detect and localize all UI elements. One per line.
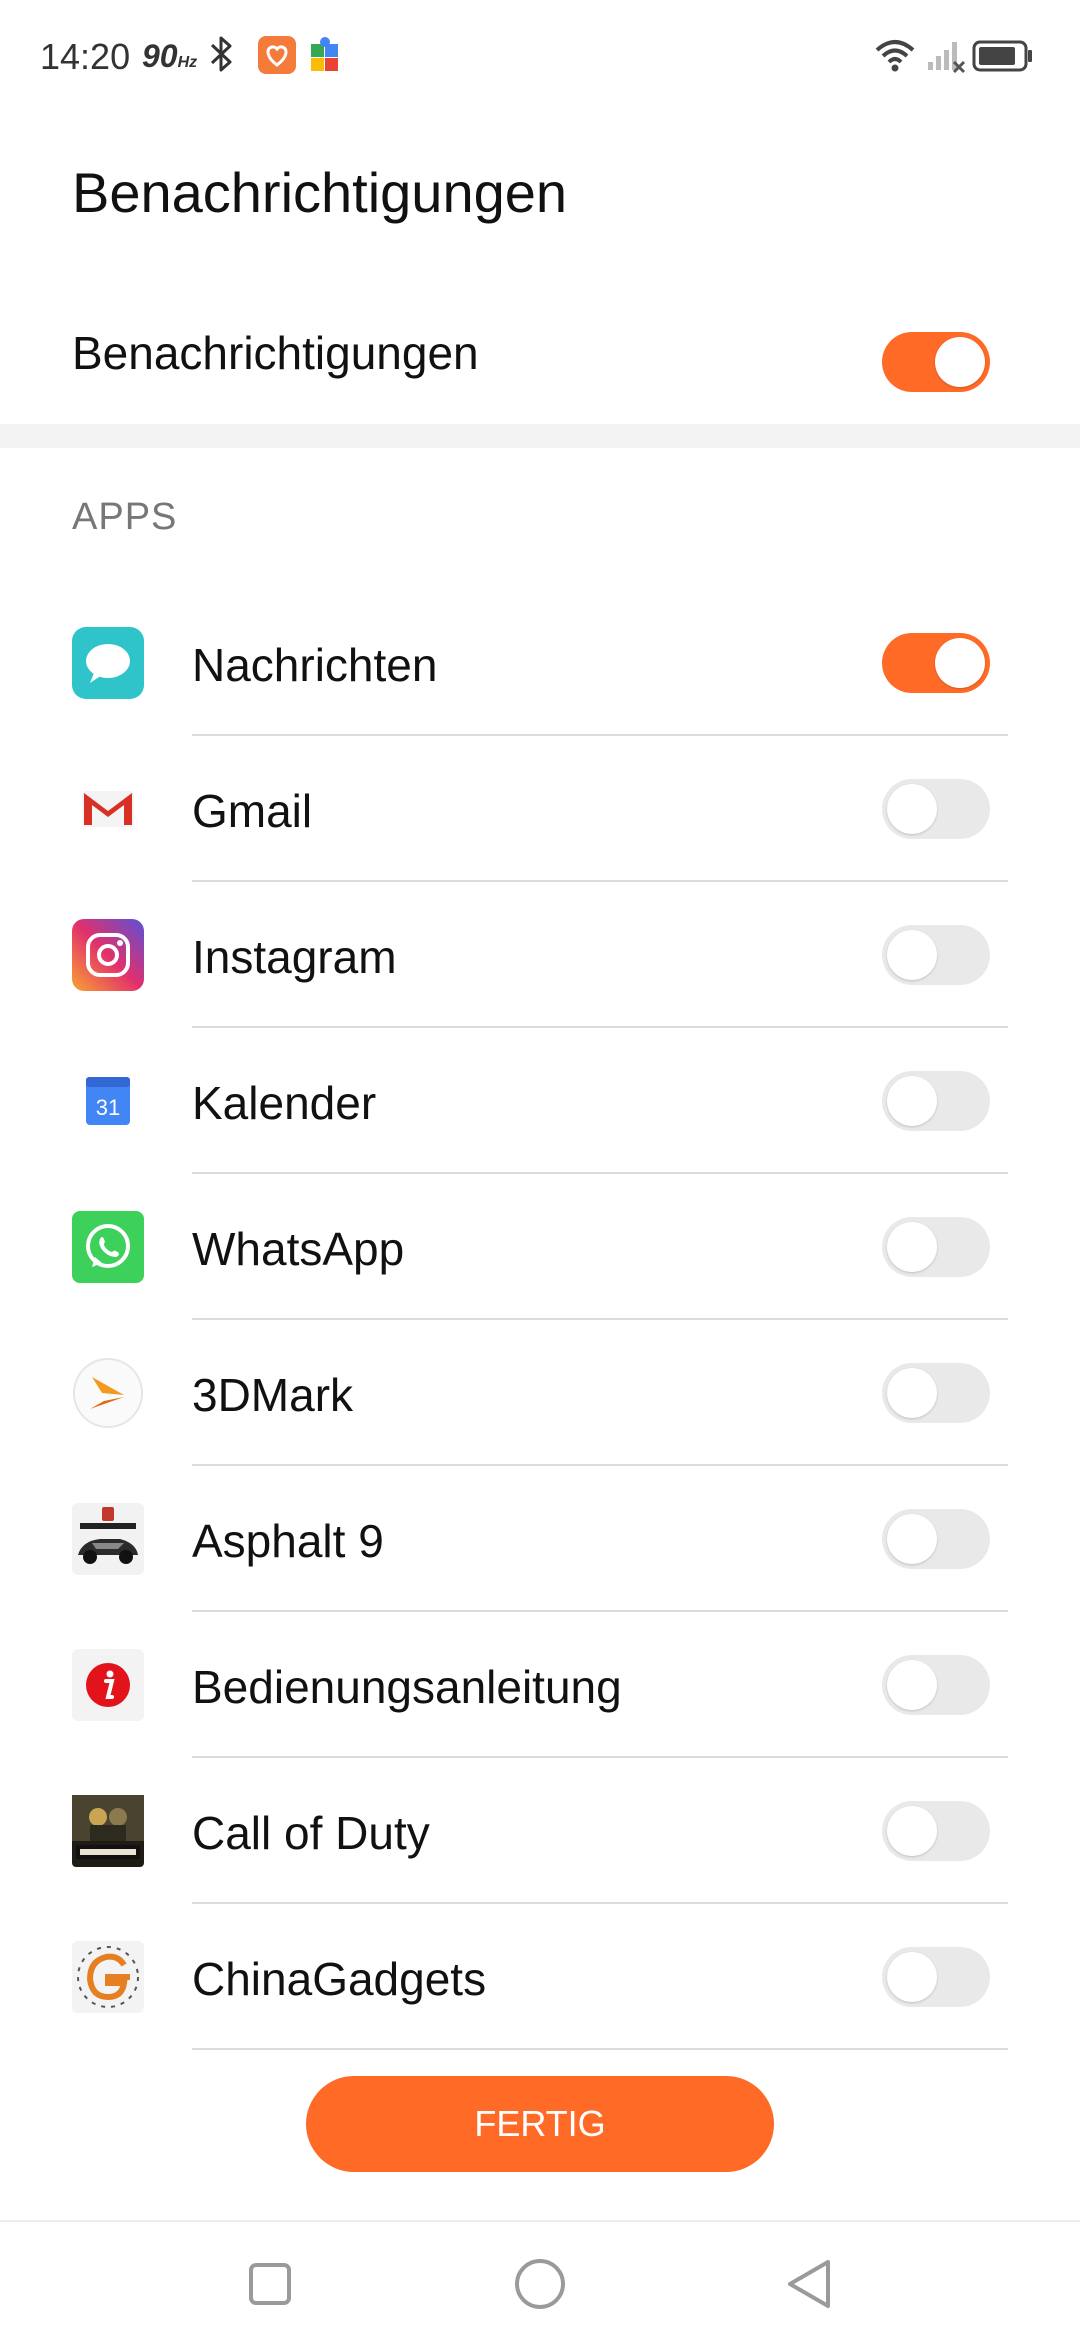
bluetooth-icon — [206, 34, 236, 79]
app-toggle-bedienungsanleitung[interactable] — [882, 1655, 990, 1715]
app-toggle-whatsapp[interactable] — [882, 1217, 990, 1277]
home-icon[interactable] — [510, 2254, 570, 2314]
refresh-rate-indicator: 90Hz — [142, 38, 197, 75]
app-list[interactable]: Nachrichten Gmail Instagram 31 Kalender — [0, 590, 1080, 2074]
toggle-knob — [887, 1952, 937, 2002]
app-toggle-chinagadgets[interactable] — [882, 1947, 990, 2007]
app-toggle-asphalt[interactable] — [882, 1509, 990, 1569]
toggle-knob — [887, 930, 937, 980]
refresh-rate-unit: Hz — [177, 54, 198, 71]
health-app-icon — [258, 36, 296, 79]
app-row-whatsapp[interactable]: WhatsApp — [0, 1174, 1080, 1320]
call-of-duty-icon — [72, 1795, 144, 1867]
app-row-asphalt[interactable]: Asphalt 9 — [0, 1466, 1080, 1612]
app-toggle-kalender[interactable] — [882, 1071, 990, 1131]
app-label: Kalender — [192, 1077, 377, 1129]
toggle-knob — [935, 337, 985, 387]
notifications-master-row[interactable]: Benachrichtigungen — [0, 300, 1080, 424]
messages-icon — [72, 627, 144, 699]
toggle-knob — [887, 1368, 937, 1418]
app-label: WhatsApp — [192, 1223, 405, 1275]
app-label: Bedienungsanleitung — [192, 1661, 622, 1713]
chinagadgets-icon — [72, 1941, 144, 2013]
puzzle-app-icon — [308, 36, 342, 79]
app-label: Nachrichten — [192, 639, 438, 691]
refresh-rate-value: 90 — [142, 38, 178, 74]
signal-icon — [926, 34, 966, 79]
app-label: 3DMark — [192, 1369, 354, 1421]
wifi-icon — [873, 34, 917, 79]
app-row-gmail[interactable]: Gmail — [0, 736, 1080, 882]
gmail-icon — [72, 773, 144, 845]
app-row-instagram[interactable]: Instagram — [0, 882, 1080, 1028]
app-toggle-3dmark[interactable] — [882, 1363, 990, 1423]
apps-section-header: APPS — [72, 496, 178, 538]
app-label: ChinaGadgets — [192, 1953, 487, 2005]
screen: 14:20 90Hz Benachrichtigungen Benachrich… — [0, 0, 1080, 2340]
navigation-bar — [0, 2220, 1080, 2340]
notifications-master-toggle[interactable] — [882, 332, 990, 392]
page-title: Benachrichtigungen — [72, 161, 568, 224]
app-row-nachrichten[interactable]: Nachrichten — [0, 590, 1080, 736]
calendar-icon: 31 — [72, 1065, 144, 1137]
toggle-knob — [887, 1514, 937, 1564]
whatsapp-icon — [72, 1211, 144, 1283]
app-label: Gmail — [192, 785, 313, 837]
app-toggle-instagram[interactable] — [882, 925, 990, 985]
app-row-kalender[interactable]: 31 Kalender — [0, 1028, 1080, 1174]
status-time: 14:20 — [40, 36, 131, 77]
toggle-knob — [887, 1076, 937, 1126]
app-row-bedienungsanleitung[interactable]: Bedienungsanleitung — [0, 1612, 1080, 1758]
section-divider — [0, 424, 1080, 448]
toggle-knob — [887, 1806, 937, 1856]
manual-icon — [72, 1649, 144, 1721]
status-bar: 14:20 90Hz — [0, 0, 1080, 110]
app-row-3dmark[interactable]: 3DMark — [0, 1320, 1080, 1466]
notifications-master-label: Benachrichtigungen — [72, 327, 479, 379]
app-row-chinagadgets[interactable]: ChinaGadgets — [0, 1904, 1080, 2050]
app-toggle-gmail[interactable] — [882, 779, 990, 839]
instagram-icon — [72, 919, 144, 991]
app-label: Instagram — [192, 931, 397, 983]
app-toggle-nachrichten[interactable] — [882, 633, 990, 693]
app-label: Asphalt 9 — [192, 1515, 384, 1567]
app-toggle-call-of-duty[interactable] — [882, 1801, 990, 1861]
toggle-knob — [935, 638, 985, 688]
calendar-day: 31 — [96, 1095, 120, 1120]
back-icon[interactable] — [780, 2254, 840, 2314]
app-row-partial[interactable] — [0, 2050, 1080, 2074]
asphalt-icon — [72, 1503, 144, 1575]
3dmark-icon — [72, 1357, 144, 1429]
app-label: Call of Duty — [192, 1807, 430, 1859]
recent-apps-icon[interactable] — [240, 2254, 300, 2314]
app-row-call-of-duty[interactable]: Call of Duty — [0, 1758, 1080, 1904]
toggle-knob — [887, 1660, 937, 1710]
toggle-knob — [887, 784, 937, 834]
battery-icon — [972, 40, 1034, 77]
done-button[interactable]: FERTIG — [306, 2076, 774, 2172]
toggle-knob — [887, 1222, 937, 1272]
